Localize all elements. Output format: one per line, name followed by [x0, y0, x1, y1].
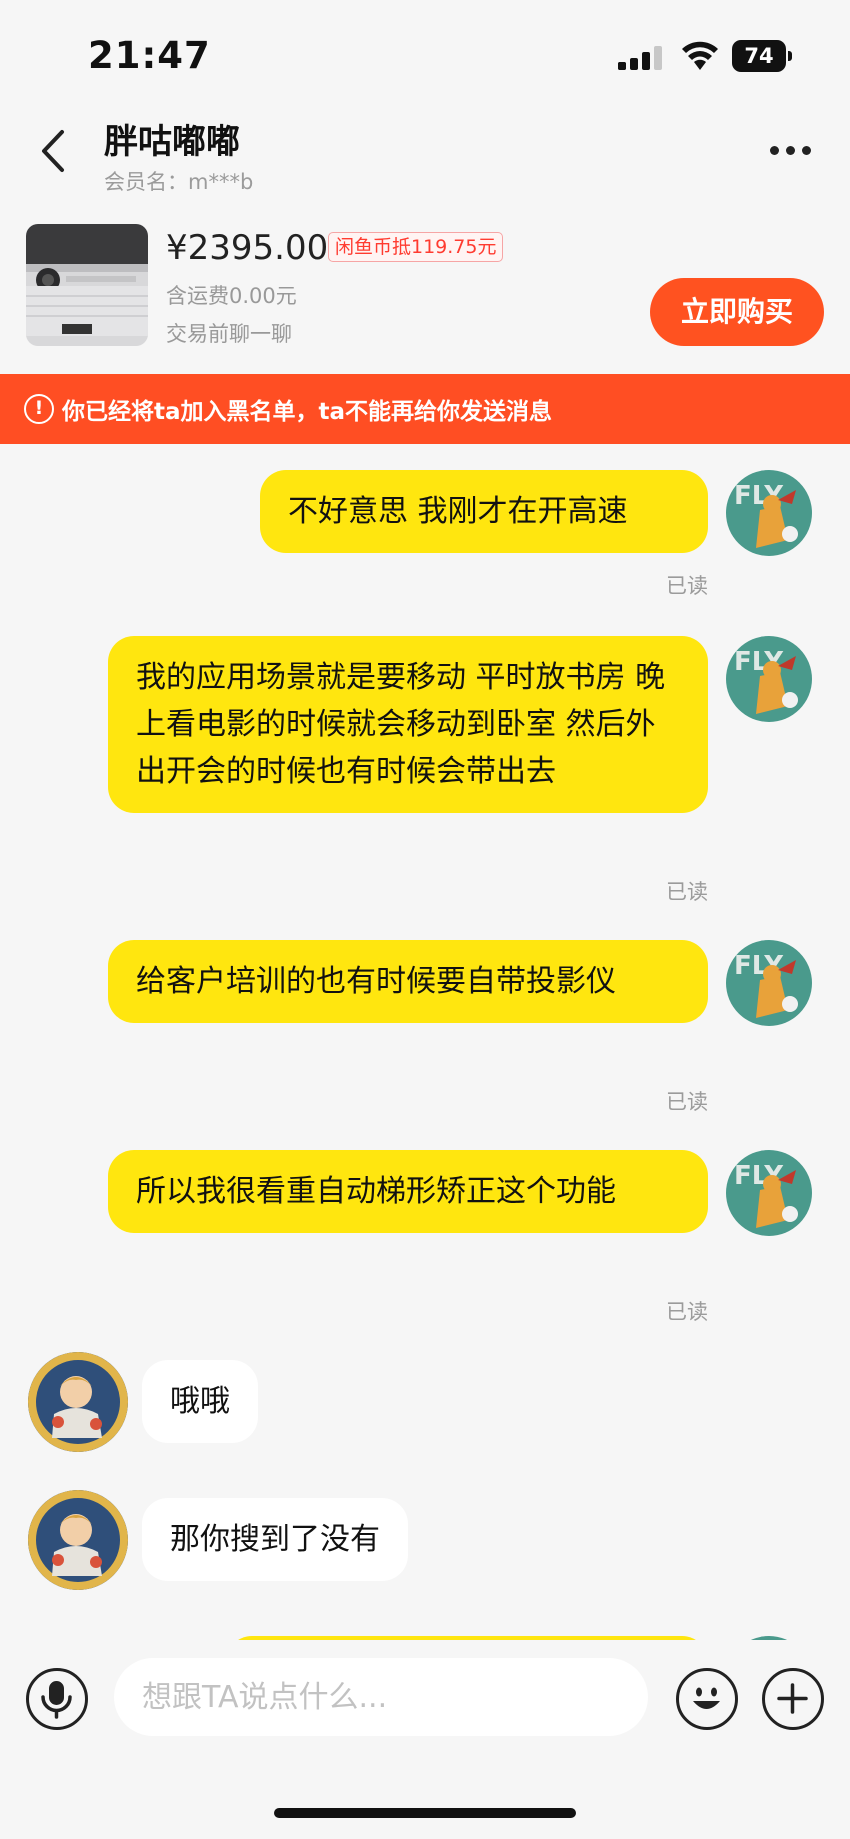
chat-before-trade: 交易前聊一聊: [166, 322, 292, 346]
buy-now-button[interactable]: 立即购买: [650, 278, 824, 346]
chat-header: 胖咕嘟嘟 会员名：m***b: [0, 100, 850, 200]
status-time: 21:47: [88, 34, 211, 77]
member-name: 会员名：m***b: [104, 170, 254, 194]
plus-icon[interactable]: [762, 1668, 824, 1730]
my-avatar[interactable]: FLY: [726, 1150, 812, 1236]
signal-icon: [618, 46, 662, 70]
chat-title: 胖咕嘟嘟: [104, 122, 240, 162]
read-status: 已读: [666, 1090, 708, 1114]
product-card[interactable]: ¥2395.00 闲鱼币抵119.75元 含运费0.00元 交易前聊一聊 立即购…: [0, 212, 850, 372]
input-bar: [0, 1640, 850, 1839]
microphone-icon[interactable]: [26, 1668, 88, 1730]
read-status: 已读: [666, 1300, 708, 1324]
message-input[interactable]: [114, 1658, 648, 1736]
chevron-left-icon[interactable]: [36, 126, 70, 176]
my-avatar[interactable]: FLY: [726, 940, 812, 1026]
battery-level: 74: [732, 40, 786, 72]
home-indicator[interactable]: [274, 1808, 576, 1818]
warning-icon: !: [24, 394, 54, 424]
contact-avatar[interactable]: [28, 1352, 128, 1452]
emoji-icon[interactable]: [676, 1668, 738, 1730]
wifi-icon: [682, 41, 718, 70]
coin-discount-badge: 闲鱼币抵119.75元: [328, 232, 504, 262]
my-avatar[interactable]: FLY: [726, 636, 812, 722]
read-status: 已读: [666, 880, 708, 904]
blacklist-notice: ! 你已经将ta加入黑名单，ta不能再给你发送消息: [0, 374, 850, 444]
my-avatar[interactable]: FLY: [726, 470, 812, 556]
status-bar: 21:47 74: [0, 0, 850, 100]
message-bubble-sent[interactable]: 所以我很看重自动梯形矫正这个功能: [108, 1150, 708, 1233]
contact-avatar[interactable]: [28, 1490, 128, 1590]
shipping-fee: 含运费0.00元: [166, 284, 297, 308]
product-price: ¥2395.00: [166, 228, 329, 268]
more-dots-icon[interactable]: [766, 138, 816, 164]
battery-indicator: 74: [732, 40, 792, 72]
notice-text: 你已经将ta加入黑名单，ta不能再给你发送消息: [62, 399, 553, 425]
message-bubble-sent[interactable]: 给客户培训的也有时候要自带投影仪: [108, 940, 708, 1023]
message-list[interactable]: 不好意思 我刚才在开高速 FLY 已读 我的应用场景就是要移动 平时放书房 晚上…: [0, 444, 850, 1640]
battery-tip: [788, 51, 792, 61]
message-bubble-sent[interactable]: 我的应用场景就是要移动 平时放书房 晚上看电影的时候就会移动到卧室 然后外出开会…: [108, 636, 708, 813]
product-image[interactable]: [26, 224, 148, 346]
read-status: 已读: [666, 574, 708, 598]
message-bubble-received[interactable]: 哦哦: [142, 1360, 258, 1443]
message-bubble-sent[interactable]: 不好意思 我刚才在开高速: [260, 470, 708, 553]
message-bubble-received[interactable]: 那你搜到了没有: [142, 1498, 408, 1581]
